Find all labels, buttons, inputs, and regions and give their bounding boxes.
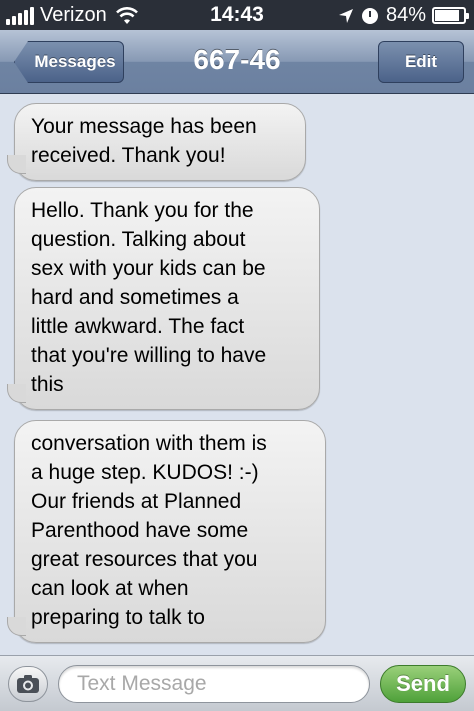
compose-bar: Send [0,655,474,711]
navigation-bar: Messages 667-46 Edit [0,30,474,94]
camera-button[interactable] [8,666,48,702]
edit-button[interactable]: Edit [378,41,464,83]
messages-back-button[interactable]: Messages [14,41,124,83]
carrier-name: Verizon [40,4,107,26]
camera-icon [17,675,39,693]
wifi-icon [115,6,138,24]
send-button[interactable]: Send [380,665,466,703]
alarm-clock-icon [361,7,378,24]
battery-percent: 84% [385,4,426,26]
message-bubble[interactable]: Hello. Thank you for the question. Talki… [7,187,320,410]
message-text: conversation with them is a huge step. K… [31,432,267,629]
battery-fill [435,10,459,21]
location-arrow-icon [338,8,353,23]
message-bubble[interactable]: Your message has been received. Thank yo… [7,103,306,181]
message-text: Your message has been received. Thank yo… [31,115,257,167]
message-text: Hello. Thank you for the question. Talki… [31,199,267,396]
text-message-input[interactable] [58,665,370,703]
message-bubble[interactable]: conversation with them is a huge step. K… [7,420,326,643]
message-thread[interactable]: Your message has been received. Thank yo… [0,95,474,655]
status-bar: Verizon 14:43 84% [0,0,474,30]
conversation-title: 667-46 [193,44,281,75]
status-left: Verizon [6,4,139,27]
battery-icon [432,7,469,24]
signal-bars-icon [6,6,36,25]
status-right: 84% [338,4,469,27]
